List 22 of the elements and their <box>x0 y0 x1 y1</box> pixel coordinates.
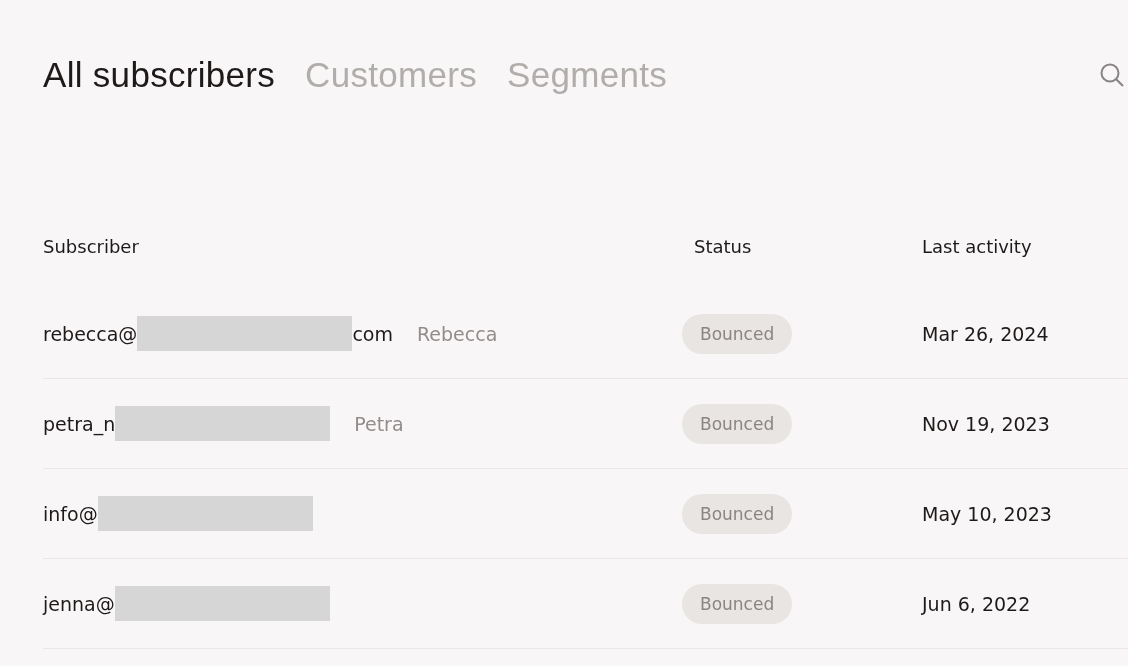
last-activity-date: Jun 6, 2022 <box>922 592 1031 615</box>
search-icon[interactable] <box>1099 62 1125 88</box>
tab[interactable]: All subscribers <box>43 55 276 95</box>
last-activity-column-header: Last activity <box>922 236 1032 257</box>
email-text: info@ <box>43 502 98 525</box>
email-text: com <box>352 322 393 345</box>
tab[interactable]: Segments <box>507 55 667 95</box>
email-text: jenna@ <box>43 592 115 615</box>
status-badge: Bounced <box>682 403 793 444</box>
subscriber-name: Petra <box>354 412 404 435</box>
tab[interactable]: Customers <box>305 55 477 95</box>
subscriber-column-header: Subscriber <box>43 236 139 257</box>
email-text: petra_n <box>43 412 116 435</box>
email-text: rebecca@ <box>43 322 138 345</box>
subscriber-name: Rebecca <box>416 322 498 345</box>
status-badge: Bounced <box>682 313 793 354</box>
last-activity-date: Mar 26, 2024 <box>922 322 1049 345</box>
last-activity-date: Nov 19, 2023 <box>922 412 1050 435</box>
status-badge: Bounced <box>682 583 793 624</box>
status-badge: Bounced <box>682 493 793 534</box>
last-activity-date: May 10, 2023 <box>922 502 1052 525</box>
status-column-header: Status <box>694 236 752 257</box>
